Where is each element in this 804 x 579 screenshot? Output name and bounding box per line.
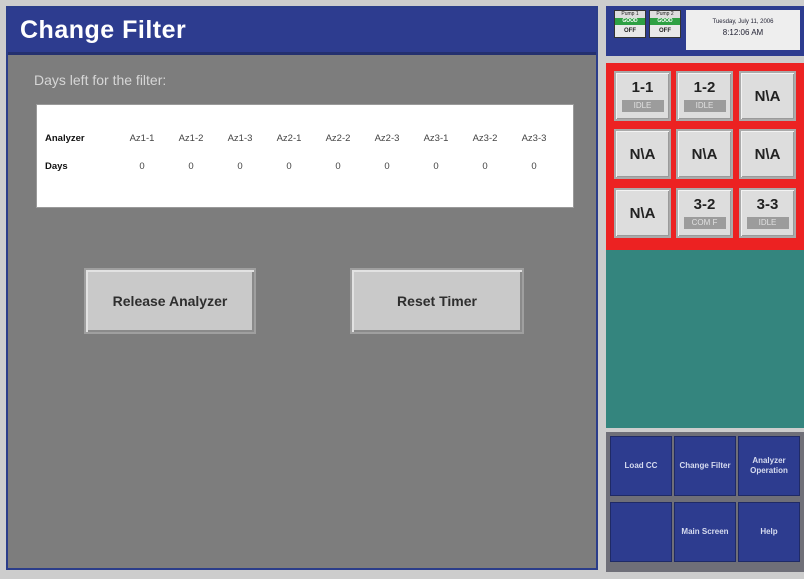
days-left-caption: Days left for the filter:: [34, 72, 167, 88]
change-filter-panel: Change Filter Days left for the filter: …: [6, 6, 598, 570]
pump-2-state: GOOD: [650, 18, 680, 25]
analyzer-tile-1-2[interactable]: 1-2 IDLE: [676, 71, 733, 121]
tile-label: N\A: [691, 146, 718, 163]
status-display-area: [606, 250, 804, 428]
tile-label: 3-2: [693, 196, 716, 213]
analyzer-row: Analyzer Az1-1 Az1-2 Az1-3 Az2-1 Az2-2 A…: [45, 133, 565, 151]
analyzer-row-label: Analyzer: [45, 133, 85, 144]
help-button[interactable]: Help: [738, 502, 800, 562]
analyzer-tile-3-2[interactable]: 3-2 COM F: [676, 188, 733, 238]
analyzer-header: Az3-1: [423, 133, 449, 144]
days-value: 0: [433, 161, 439, 172]
pump-1-power: OFF: [615, 25, 645, 37]
date-time-display: Tuesday, July 11, 2006 8:12:06 AM: [686, 10, 800, 50]
filter-days-table: Analyzer Az1-1 Az1-2 Az1-3 Az2-1 Az2-2 A…: [36, 104, 574, 208]
analyzer-header: Az3-2: [472, 133, 498, 144]
analyzer-tile-na[interactable]: N\A: [614, 129, 671, 179]
days-value: 0: [384, 161, 390, 172]
change-filter-button[interactable]: Change Filter: [674, 436, 736, 496]
tile-state: IDLE: [683, 100, 726, 112]
reset-timer-button[interactable]: Reset Timer: [350, 268, 524, 334]
analyzer-header: Az2-3: [374, 133, 400, 144]
pump-1-name: Pump 1: [615, 11, 645, 18]
tile-state: COM F: [683, 217, 726, 229]
days-row-label: Days: [45, 161, 68, 172]
pump-1-status: Pump 1 GOOD OFF: [614, 10, 646, 38]
analyzer-tile-na[interactable]: N\A: [676, 129, 733, 179]
analyzer-header: Az2-1: [276, 133, 302, 144]
analyzer-header: Az2-2: [325, 133, 351, 144]
days-value: 0: [335, 161, 341, 172]
right-sidebar: Pump 1 GOOD OFF Pump 2 GOOD OFF Tuesday,…: [606, 6, 804, 576]
analyzer-operation-button[interactable]: Analyzer Operation: [738, 436, 800, 496]
blank-nav-button[interactable]: [610, 502, 672, 562]
days-row: Days 0 0 0 0 0 0 0 0 0: [45, 161, 565, 179]
page-title: Change Filter: [20, 16, 187, 44]
nav-panel: Load CC Change Filter Analyzer Operation…: [606, 432, 804, 572]
days-value: 0: [188, 161, 194, 172]
tile-label: N\A: [754, 88, 781, 105]
pump-2-status: Pump 2 GOOD OFF: [649, 10, 681, 38]
tile-label: 1-2: [693, 79, 716, 96]
days-value: 0: [286, 161, 292, 172]
tile-label: N\A: [629, 205, 656, 222]
days-value: 0: [139, 161, 145, 172]
pump-1-state: GOOD: [615, 18, 645, 25]
tile-state: IDLE: [621, 100, 664, 112]
tile-label: N\A: [754, 146, 781, 163]
analyzer-header: Az1-2: [178, 133, 204, 144]
days-value: 0: [237, 161, 243, 172]
pump-2-power: OFF: [650, 25, 680, 37]
analyzer-tile-na[interactable]: N\A: [739, 129, 796, 179]
tile-label: 3-3: [756, 196, 779, 213]
analyzer-grid: 1-1 IDLE 1-2 IDLE N\A N\A N\A N\A N\A 3-…: [606, 63, 804, 250]
main-screen-button[interactable]: Main Screen: [674, 502, 736, 562]
analyzer-header: Az1-3: [227, 133, 253, 144]
tile-label: 1-1: [631, 79, 654, 96]
status-header: Pump 1 GOOD OFF Pump 2 GOOD OFF Tuesday,…: [606, 6, 804, 56]
analyzer-tile-na[interactable]: N\A: [614, 188, 671, 238]
tile-state: IDLE: [746, 217, 789, 229]
tile-label: N\A: [629, 146, 656, 163]
analyzer-header: Az1-1: [129, 133, 155, 144]
analyzer-header: Az3-3: [521, 133, 547, 144]
analyzer-tile-1-1[interactable]: 1-1 IDLE: [614, 71, 671, 121]
time-text: 8:12:06 AM: [722, 28, 764, 37]
analyzer-tile-3-3[interactable]: 3-3 IDLE: [739, 188, 796, 238]
days-value: 0: [482, 161, 488, 172]
title-bar: Change Filter: [8, 8, 596, 55]
date-text: Tuesday, July 11, 2006: [712, 19, 774, 25]
load-cc-button[interactable]: Load CC: [610, 436, 672, 496]
days-value: 0: [531, 161, 537, 172]
analyzer-tile-na[interactable]: N\A: [739, 71, 796, 121]
pump-2-name: Pump 2: [650, 11, 680, 18]
release-analyzer-button[interactable]: Release Analyzer: [84, 268, 256, 334]
